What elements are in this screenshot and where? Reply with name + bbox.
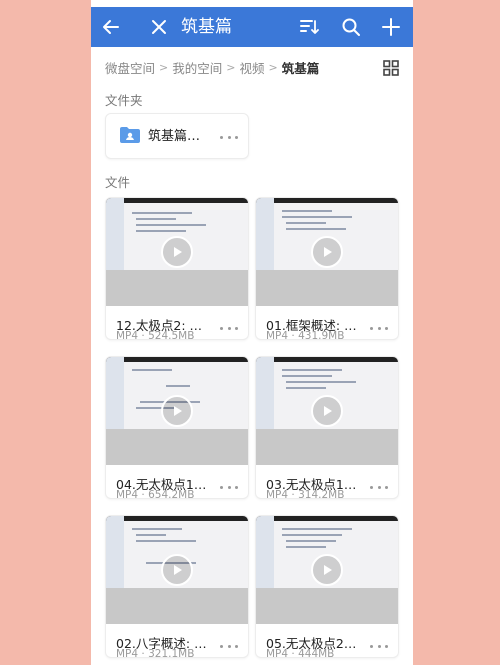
thumbnail-text-line (286, 381, 356, 383)
thumbnail-text-line (286, 387, 326, 389)
breadcrumb-separator: > (159, 60, 169, 74)
thumbnail-text-line (136, 540, 196, 542)
thumbnail-strip (106, 198, 248, 203)
breadcrumb-separator: > (226, 60, 236, 74)
thumbnail-text-line (136, 230, 186, 232)
thumbnail-shade (106, 588, 248, 624)
thumbnail-text-line (282, 528, 352, 530)
breadcrumb-item-weipan[interactable]: 微盘空间 (105, 58, 155, 77)
play-icon[interactable] (161, 554, 193, 586)
thumbnail-sidebar (256, 198, 274, 270)
close-icon[interactable] (147, 15, 171, 39)
thumbnail-text-line (282, 210, 332, 212)
thumbnail-strip (106, 516, 248, 521)
top-app-bar: 筑基篇 (91, 7, 413, 47)
folder-name: 筑基篇… (148, 129, 201, 144)
thumbnail-text-line (286, 546, 326, 548)
thumbnail-text-line (132, 212, 192, 214)
thumbnail-text-line (166, 385, 190, 387)
page-title: 筑基篇 (181, 17, 232, 37)
video-file-meta: MP4 · 321.1MB (116, 648, 195, 658)
back-arrow-icon[interactable] (99, 15, 123, 39)
video-thumbnail[interactable] (106, 516, 248, 624)
breadcrumb-item-video[interactable]: 视频 (239, 58, 264, 77)
more-options-icon[interactable] (370, 484, 388, 490)
thumbnail-shade (256, 429, 398, 465)
video-file-card[interactable]: 04.无太极点1… MP4 · 654.2MB (105, 356, 249, 499)
thumbnail-strip (256, 198, 398, 203)
add-icon[interactable] (379, 15, 403, 39)
video-file-card[interactable]: 02.八字概述: … MP4 · 321.1MB (105, 515, 249, 658)
thumbnail-strip (256, 357, 398, 362)
play-icon[interactable] (311, 554, 343, 586)
thumbnail-shade (256, 270, 398, 306)
thumbnail-text-line (136, 534, 166, 536)
thumbnail-text-line (282, 216, 352, 218)
more-options-icon[interactable] (220, 484, 238, 490)
thumbnail-strip (256, 516, 398, 521)
thumbnail-sidebar (106, 516, 124, 588)
video-thumbnail[interactable] (106, 198, 248, 306)
sort-icon[interactable] (297, 15, 321, 39)
folder-icon (119, 126, 141, 144)
thumbnail-text-line (286, 540, 336, 542)
video-file-meta: MP4 · 431.9MB (266, 330, 345, 340)
thumbnail-text-line (286, 228, 346, 230)
thumbnail-text-line (136, 224, 206, 226)
video-file-meta: MP4 · 444MB (266, 648, 335, 658)
search-icon[interactable] (339, 15, 363, 39)
video-file-meta: MP4 · 654.2MB (116, 489, 195, 499)
more-options-icon[interactable] (220, 643, 238, 649)
play-icon[interactable] (311, 395, 343, 427)
more-options-icon[interactable] (370, 643, 388, 649)
breadcrumb: 微盘空间 > 我的空间 > 视频 > 筑基篇 (105, 56, 405, 78)
video-file-meta: MP4 · 314.2MB (266, 489, 345, 499)
thumbnail-sidebar (256, 516, 274, 588)
video-file-meta: MP4 · 524.5MB (116, 330, 195, 340)
thumbnail-text-line (132, 528, 182, 530)
thumbnail-text-line (282, 375, 332, 377)
video-file-card[interactable]: 03.无太极点1… MP4 · 314.2MB (255, 356, 399, 499)
video-file-card[interactable]: 01.框架概述: … MP4 · 431.9MB (255, 197, 399, 340)
more-options-icon[interactable] (220, 134, 238, 140)
breadcrumb-separator: > (268, 60, 278, 74)
folders-section-label: 文件夹 (105, 93, 143, 108)
thumbnail-shade (106, 429, 248, 465)
breadcrumb-current: 筑基篇 (281, 60, 320, 76)
files-section-label: 文件 (105, 175, 131, 190)
more-options-icon[interactable] (370, 325, 388, 331)
play-icon[interactable] (161, 395, 193, 427)
thumbnail-sidebar (106, 357, 124, 429)
grid-view-icon[interactable] (383, 60, 399, 76)
video-thumbnail[interactable] (256, 357, 398, 465)
thumbnail-sidebar (106, 198, 124, 270)
video-thumbnail[interactable] (106, 357, 248, 465)
thumbnail-shade (106, 270, 248, 306)
folder-card[interactable]: 筑基篇… (105, 113, 249, 159)
thumbnail-text-line (132, 369, 172, 371)
play-icon[interactable] (311, 236, 343, 268)
video-file-card[interactable]: 12.太极点2: … MP4 · 524.5MB (105, 197, 249, 340)
video-file-card[interactable]: 05.无太极点2… MP4 · 444MB (255, 515, 399, 658)
more-options-icon[interactable] (220, 325, 238, 331)
thumbnail-shade (256, 588, 398, 624)
thumbnail-text-line (136, 218, 176, 220)
thumbnail-text-line (282, 534, 342, 536)
breadcrumb-item-my-space[interactable]: 我的空间 (172, 58, 222, 77)
thumbnail-text-line (286, 222, 326, 224)
video-thumbnail[interactable] (256, 198, 398, 306)
video-thumbnail[interactable] (256, 516, 398, 624)
thumbnail-sidebar (256, 357, 274, 429)
play-icon[interactable] (161, 236, 193, 268)
thumbnail-text-line (282, 369, 342, 371)
phone-screen: 筑基篇 微盘空间 > 我的空间 > 视频 > 筑基篇 文件夹 筑基篇… 文件 1… (91, 0, 413, 665)
thumbnail-strip (106, 357, 248, 362)
